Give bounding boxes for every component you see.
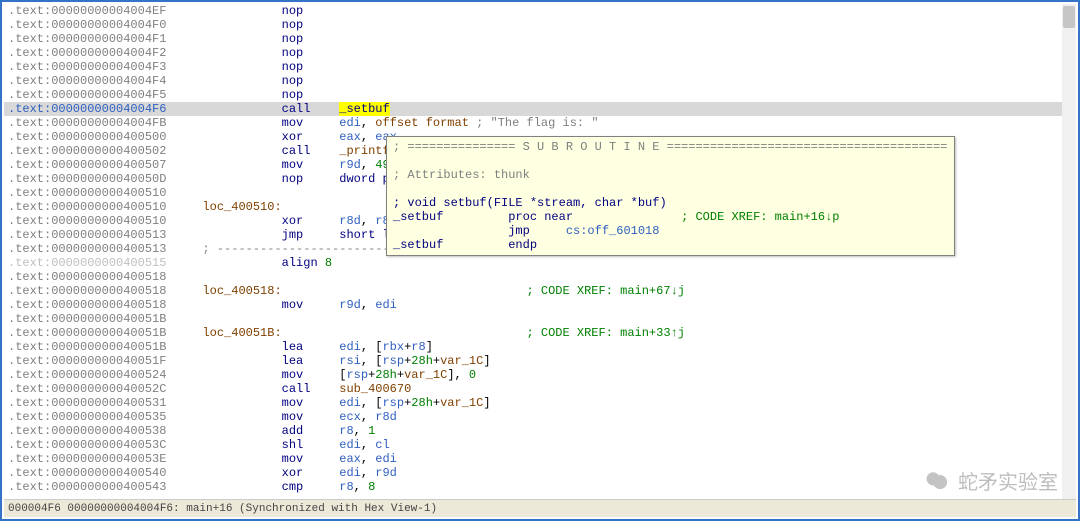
disasm-line[interactable]: .text:000000000040053E mov eax, edi: [4, 452, 1076, 466]
disasm-line[interactable]: .text:00000000004004F3 nop: [4, 60, 1076, 74]
disasm-line[interactable]: .text:000000000040052C call sub_400670: [4, 382, 1076, 396]
disasm-line[interactable]: .text:0000000000400518 mov r9d, edi: [4, 298, 1076, 312]
disasm-line[interactable]: .text:0000000000400518: [4, 270, 1076, 284]
disasm-line[interactable]: .text:00000000004004EF nop: [4, 4, 1076, 18]
disasm-line[interactable]: .text:0000000000400538 add r8, 1: [4, 424, 1076, 438]
watermark-text: 蛇矛实验室: [958, 466, 1058, 495]
disasm-line[interactable]: .text:0000000000400518 loc_400518: ; COD…: [4, 284, 1076, 298]
scroll-thumb[interactable]: [1063, 6, 1075, 28]
watermark: 蛇矛实验室: [924, 466, 1058, 495]
disasm-line[interactable]: .text:0000000000400531 mov edi, [rsp+28h…: [4, 396, 1076, 410]
disasm-line[interactable]: .text:0000000000400540 xor edi, r9d: [4, 466, 1076, 480]
disasm-line[interactable]: .text:00000000004004F4 nop: [4, 74, 1076, 88]
disasm-line[interactable]: .text:000000000040053C shl edi, cl: [4, 438, 1076, 452]
disasm-line[interactable]: .text:000000000040051B: [4, 312, 1076, 326]
disasm-line[interactable]: .text:000000000040051B loc_40051B: ; COD…: [4, 326, 1076, 340]
code-tooltip: ; =============== S U B R O U T I N E ==…: [386, 136, 955, 256]
disasm-line[interactable]: .text:0000000000400524 mov [rsp+28h+var_…: [4, 368, 1076, 382]
disasm-line[interactable]: .text:0000000000400535 mov ecx, r8d: [4, 410, 1076, 424]
disasm-line[interactable]: .text:0000000000400543 cmp r8, 8: [4, 480, 1076, 494]
disasm-line[interactable]: .text:000000000040051F lea rsi, [rsp+28h…: [4, 354, 1076, 368]
wechat-icon: [924, 470, 950, 492]
status-bar: 000004F6 00000000004004F6: main+16 (Sync…: [4, 499, 1076, 517]
ida-view-frame: .text:00000000004004EF nop.text:00000000…: [0, 0, 1080, 521]
disasm-line[interactable]: .text:000000000040051B lea edi, [rbx+r8]: [4, 340, 1076, 354]
disasm-line[interactable]: .text:00000000004004F0 nop: [4, 18, 1076, 32]
disasm-line[interactable]: .text:00000000004004FB mov edi, offset f…: [4, 116, 1076, 130]
vertical-scrollbar[interactable]: [1062, 4, 1076, 499]
disasm-line[interactable]: .text:00000000004004F5 nop: [4, 88, 1076, 102]
disasm-line[interactable]: .text:00000000004004F1 nop: [4, 32, 1076, 46]
disasm-line[interactable]: .text:0000000000400515 align 8: [4, 256, 1076, 270]
disasm-line[interactable]: .text:00000000004004F2 nop: [4, 46, 1076, 60]
disasm-line[interactable]: .text:00000000004004F6 call _setbuf: [4, 102, 1076, 116]
